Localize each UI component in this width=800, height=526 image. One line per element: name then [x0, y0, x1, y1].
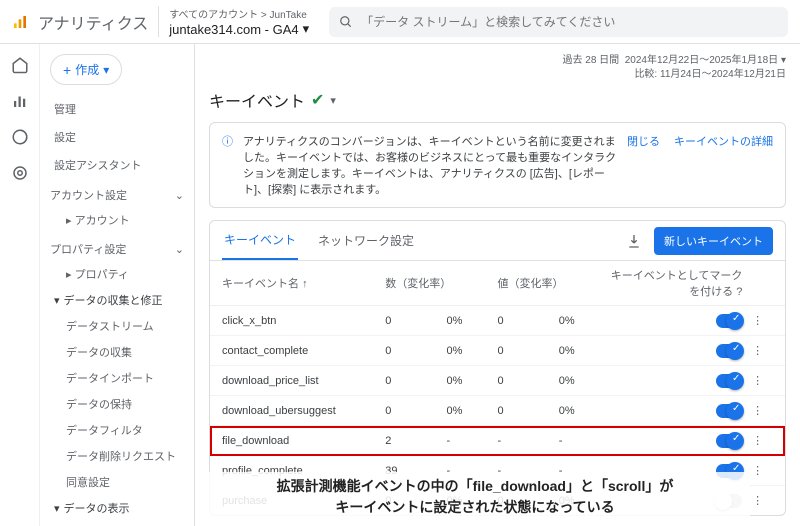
reports-icon[interactable] — [11, 92, 29, 110]
sidebar-group[interactable]: ▾データの表示 — [40, 495, 194, 521]
annotation-caption: 拡張計測機能イベントの中の「file_download」と「scroll」がキー… — [200, 472, 750, 522]
chevron-down-icon: ▾ — [54, 294, 60, 307]
property-name: juntake314.com - GA4 — [169, 22, 298, 37]
search-box[interactable] — [329, 7, 788, 37]
event-name: download_price_list — [222, 375, 385, 387]
row-menu-button[interactable]: ⋮ — [742, 314, 773, 327]
ads-icon[interactable] — [11, 164, 29, 182]
table-row: click_x_btn00%00%⋮ — [210, 306, 785, 336]
mark-toggle[interactable] — [716, 314, 742, 328]
sidebar-item[interactable]: データインポート — [40, 365, 194, 391]
home-icon[interactable] — [11, 56, 29, 74]
table-row: download_price_list00%00%⋮ — [210, 366, 785, 396]
chevron-down-icon: ▾ — [330, 94, 336, 107]
row-menu-button[interactable]: ⋮ — [742, 404, 773, 417]
page-title: キーイベント ✔▾ — [209, 88, 786, 112]
sidebar-item[interactable]: 設定 — [40, 123, 194, 151]
plus-icon: + — [63, 62, 71, 78]
info-text: アナリティクスのコンバージョンは、キーイベントという名前に変更されました。キーイ… — [243, 133, 617, 197]
property-settings-header[interactable]: プロパティ設定⌄ — [40, 233, 194, 261]
chevron-down-icon: ▾ — [781, 55, 786, 66]
chevron-right-icon: ▸ — [66, 215, 75, 227]
mark-toggle[interactable] — [716, 434, 742, 448]
row-menu-button[interactable]: ⋮ — [742, 344, 773, 357]
new-key-event-button[interactable]: 新しいキーイベント — [654, 227, 773, 255]
check-icon: ✔ — [311, 90, 324, 110]
event-name: click_x_btn — [222, 315, 385, 327]
account-switcher[interactable]: すべてのアカウント > JunTake juntake314.com - GA4… — [158, 6, 309, 37]
brand-title: アナリティクス — [38, 10, 148, 34]
event-name: file_download — [222, 435, 385, 447]
sidebar-item[interactable]: データフィルタ — [40, 417, 194, 443]
sidebar-item[interactable]: イベント — [40, 521, 194, 526]
tab-network[interactable]: ネットワーク設定 — [316, 222, 416, 259]
tab-key-events[interactable]: キーイベント — [222, 221, 298, 260]
date-range[interactable]: 過去 28 日間 2024年12月22日～2025年1月18日 ▾ 比較: 11… — [209, 54, 786, 82]
account-settings-header[interactable]: アカウント設定⌄ — [40, 179, 194, 207]
learn-more-link[interactable]: キーイベントの詳細 — [674, 133, 773, 149]
row-menu-button[interactable]: ⋮ — [742, 374, 773, 387]
left-icon-rail — [0, 44, 40, 526]
sidebar-item[interactable]: データストリーム — [40, 313, 194, 339]
analytics-logo-icon — [12, 14, 28, 30]
mark-toggle[interactable] — [716, 344, 742, 358]
sidebar-item[interactable]: 設定アシスタント — [40, 151, 194, 179]
sort-asc-icon[interactable]: ↑ — [302, 278, 308, 290]
account-path: すべてのアカウント > JunTake — [169, 6, 309, 21]
sidebar-item[interactable]: 同意設定 — [40, 469, 194, 495]
event-name: download_ubersuggest — [222, 405, 385, 417]
chevron-down-icon: ⌄ — [175, 189, 184, 202]
chevron-down-icon: ▾ — [103, 63, 109, 77]
sidebar-item[interactable]: データの収集 — [40, 339, 194, 365]
chevron-down-icon: ⌄ — [175, 243, 184, 256]
chevron-right-icon: ▸ — [66, 269, 75, 281]
close-link[interactable]: 閉じる — [627, 133, 660, 149]
chevron-down-icon: ▾ — [54, 502, 60, 515]
table-row: download_ubersuggest00%00%⋮ — [210, 396, 785, 426]
sidebar-item[interactable]: ▸ プロパティ — [40, 261, 194, 287]
sidebar-item[interactable]: 管理 — [40, 95, 194, 123]
table-header: キーイベント名 ↑ 数（変化率） 値（変化率） キーイベントとしてマークを付ける… — [210, 261, 785, 306]
mark-toggle[interactable] — [716, 404, 742, 418]
create-button[interactable]: +作成▾ — [50, 54, 122, 85]
search-input[interactable] — [361, 15, 778, 29]
event-name: contact_complete — [222, 345, 385, 357]
table-row: file_download2---⋮ — [210, 426, 785, 456]
row-menu-button[interactable]: ⋮ — [742, 434, 773, 447]
admin-sidebar: +作成▾ 管理設定設定アシスタント アカウント設定⌄ ▸ アカウント プロパティ… — [40, 44, 195, 526]
table-row: contact_complete00%00%⋮ — [210, 336, 785, 366]
sidebar-item[interactable]: データの保持 — [40, 391, 194, 417]
download-icon[interactable] — [626, 233, 642, 249]
sidebar-item[interactable]: データ削除リクエスト — [40, 443, 194, 469]
mark-toggle[interactable] — [716, 374, 742, 388]
info-banner: ⓘ アナリティクスのコンバージョンは、キーイベントという名前に変更されました。キ… — [209, 122, 786, 208]
sidebar-group[interactable]: ▾データの収集と修正 — [40, 287, 194, 313]
explore-icon[interactable] — [11, 128, 29, 146]
info-icon: ⓘ — [222, 133, 233, 149]
help-icon[interactable]: ? — [736, 286, 742, 298]
sidebar-item[interactable]: ▸ アカウント — [40, 207, 194, 233]
search-icon — [339, 15, 353, 29]
chevron-down-icon: ▾ — [303, 21, 310, 37]
